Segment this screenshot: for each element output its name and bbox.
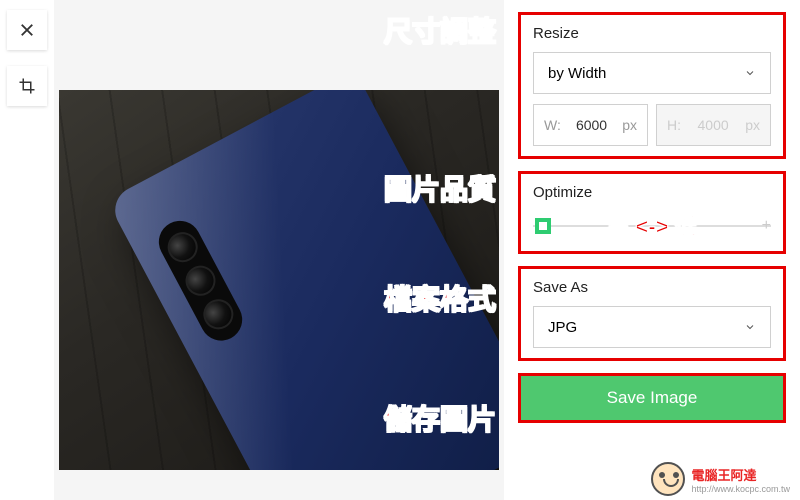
watermark-site-url: http://www.kocpc.com.tw: [691, 484, 790, 494]
height-unit: px: [745, 117, 760, 133]
resize-title: Resize: [533, 25, 771, 42]
resize-section: Resize by Width W: 6000 px H: 4000 px: [518, 12, 786, 159]
crop-button[interactable]: [7, 66, 47, 106]
settings-panel: Resize by Width W: 6000 px H: 4000 px Op…: [504, 0, 800, 500]
height-field: H: 4000 px: [656, 104, 771, 146]
chevron-down-icon: [744, 321, 756, 333]
close-icon: [18, 21, 36, 39]
format-value: JPG: [548, 319, 577, 336]
toolbar: [0, 0, 54, 500]
quality-slider[interactable]: + 高 <-> 低: [533, 211, 771, 241]
image-preview: [54, 0, 504, 500]
resize-mode-value: by Width: [548, 65, 606, 82]
resize-mode-select[interactable]: by Width: [533, 52, 771, 94]
editor-left-panel: 尺寸調整 圖片品質 檔案格式 儲存圖片: [0, 0, 504, 500]
annotation-slider-hint: 高 <-> 低: [607, 209, 696, 241]
close-button[interactable]: [7, 10, 47, 50]
watermark: 電腦王阿達 http://www.kocpc.com.tw: [651, 462, 790, 496]
save-image-button[interactable]: Save Image: [518, 373, 786, 423]
saveas-section: Save As JPG: [518, 266, 786, 361]
height-label: H:: [667, 117, 681, 133]
width-label: W:: [544, 117, 561, 133]
format-select[interactable]: JPG: [533, 306, 771, 348]
optimize-section: Optimize + 高 <-> 低: [518, 171, 786, 254]
width-unit: px: [622, 117, 637, 133]
width-value: 6000: [567, 117, 616, 133]
width-field[interactable]: W: 6000 px: [533, 104, 648, 146]
slider-handle[interactable]: [535, 218, 551, 234]
crop-icon: [18, 77, 36, 95]
height-value: 4000: [687, 117, 739, 133]
chevron-down-icon: [744, 67, 756, 79]
plus-icon: +: [762, 217, 771, 235]
watermark-site-name: 電腦王阿達: [691, 465, 790, 484]
saveas-title: Save As: [533, 279, 771, 296]
preview-photo: [59, 90, 499, 470]
optimize-title: Optimize: [533, 184, 771, 201]
watermark-avatar: [651, 462, 685, 496]
